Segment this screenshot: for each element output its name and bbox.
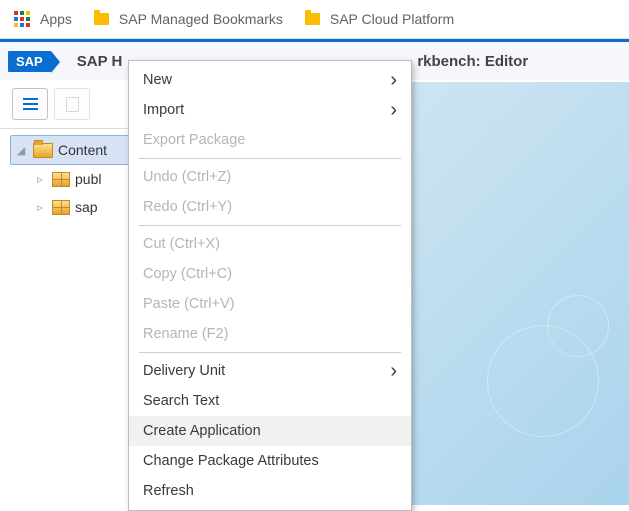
menu-label: Cut (Ctrl+X) (143, 236, 220, 252)
menu-label: Rename (F2) (143, 326, 228, 342)
bookmark-label: SAP Cloud Platform (330, 11, 454, 27)
menu-rename: Rename (F2) (129, 319, 411, 349)
menu-label: Import (143, 102, 184, 118)
menu-export-package: Export Package (129, 125, 411, 155)
menu-label: Undo (Ctrl+Z) (143, 169, 231, 185)
menu-paste: Paste (Ctrl+V) (129, 289, 411, 319)
expand-icon[interactable]: ▹ (33, 201, 47, 214)
context-menu: New Import Export Package Undo (Ctrl+Z) … (128, 60, 412, 511)
sap-logo: SAP (8, 51, 51, 72)
folder-open-icon (33, 143, 53, 158)
title-left: SAP H (77, 53, 123, 70)
menu-refresh[interactable]: Refresh (129, 476, 411, 506)
menu-delivery-unit[interactable]: Delivery Unit (129, 356, 411, 386)
menu-label: Copy (Ctrl+C) (143, 266, 232, 282)
browser-bookmarks-bar: Apps SAP Managed Bookmarks SAP Cloud Pla… (0, 0, 629, 39)
menu-label: Export Package (143, 132, 245, 148)
expand-icon[interactable]: ▹ (33, 173, 47, 186)
menu-new[interactable]: New (129, 65, 411, 95)
menu-change-package-attributes[interactable]: Change Package Attributes (129, 446, 411, 476)
menu-label: Refresh (143, 483, 194, 499)
menu-redo: Redo (Ctrl+Y) (129, 192, 411, 222)
menu-undo: Undo (Ctrl+Z) (129, 162, 411, 192)
menu-label: New (143, 72, 172, 88)
folder-icon (94, 13, 109, 25)
bookmark-sap-cloud[interactable]: SAP Cloud Platform (305, 11, 454, 27)
menu-label: Delivery Unit (143, 363, 225, 379)
menu-label: Search Text (143, 393, 219, 409)
menu-label: Create Application (143, 423, 261, 439)
menu-import[interactable]: Import (129, 95, 411, 125)
menu-cut: Cut (Ctrl+X) (129, 229, 411, 259)
title-right: rkbench: Editor (417, 53, 528, 70)
decorative-flare (389, 275, 609, 495)
hamburger-icon (23, 98, 38, 110)
apps-grid-icon (14, 11, 30, 27)
bookmark-label: SAP Managed Bookmarks (119, 11, 283, 27)
toolbar-button[interactable] (54, 88, 90, 120)
package-icon (52, 200, 70, 215)
apps-label: Apps (40, 11, 72, 27)
menu-create-application[interactable]: Create Application (129, 416, 411, 446)
package-icon (52, 172, 70, 187)
menu-button[interactable] (12, 88, 48, 120)
menu-label: Paste (Ctrl+V) (143, 296, 234, 312)
menu-separator (139, 158, 401, 159)
bookmark-sap-managed[interactable]: SAP Managed Bookmarks (94, 11, 283, 27)
tree-label: sap (75, 199, 98, 215)
tree-label: publ (75, 171, 101, 187)
menu-separator (139, 352, 401, 353)
tree-label: Content (58, 142, 107, 158)
menu-copy: Copy (Ctrl+C) (129, 259, 411, 289)
document-icon (66, 97, 79, 112)
menu-label: Redo (Ctrl+Y) (143, 199, 232, 215)
folder-icon (305, 13, 320, 25)
apps-shortcut[interactable]: Apps (14, 11, 72, 27)
menu-search-text[interactable]: Search Text (129, 386, 411, 416)
menu-separator (139, 225, 401, 226)
menu-label: Change Package Attributes (143, 453, 319, 469)
collapse-icon[interactable]: ◢ (14, 144, 28, 157)
